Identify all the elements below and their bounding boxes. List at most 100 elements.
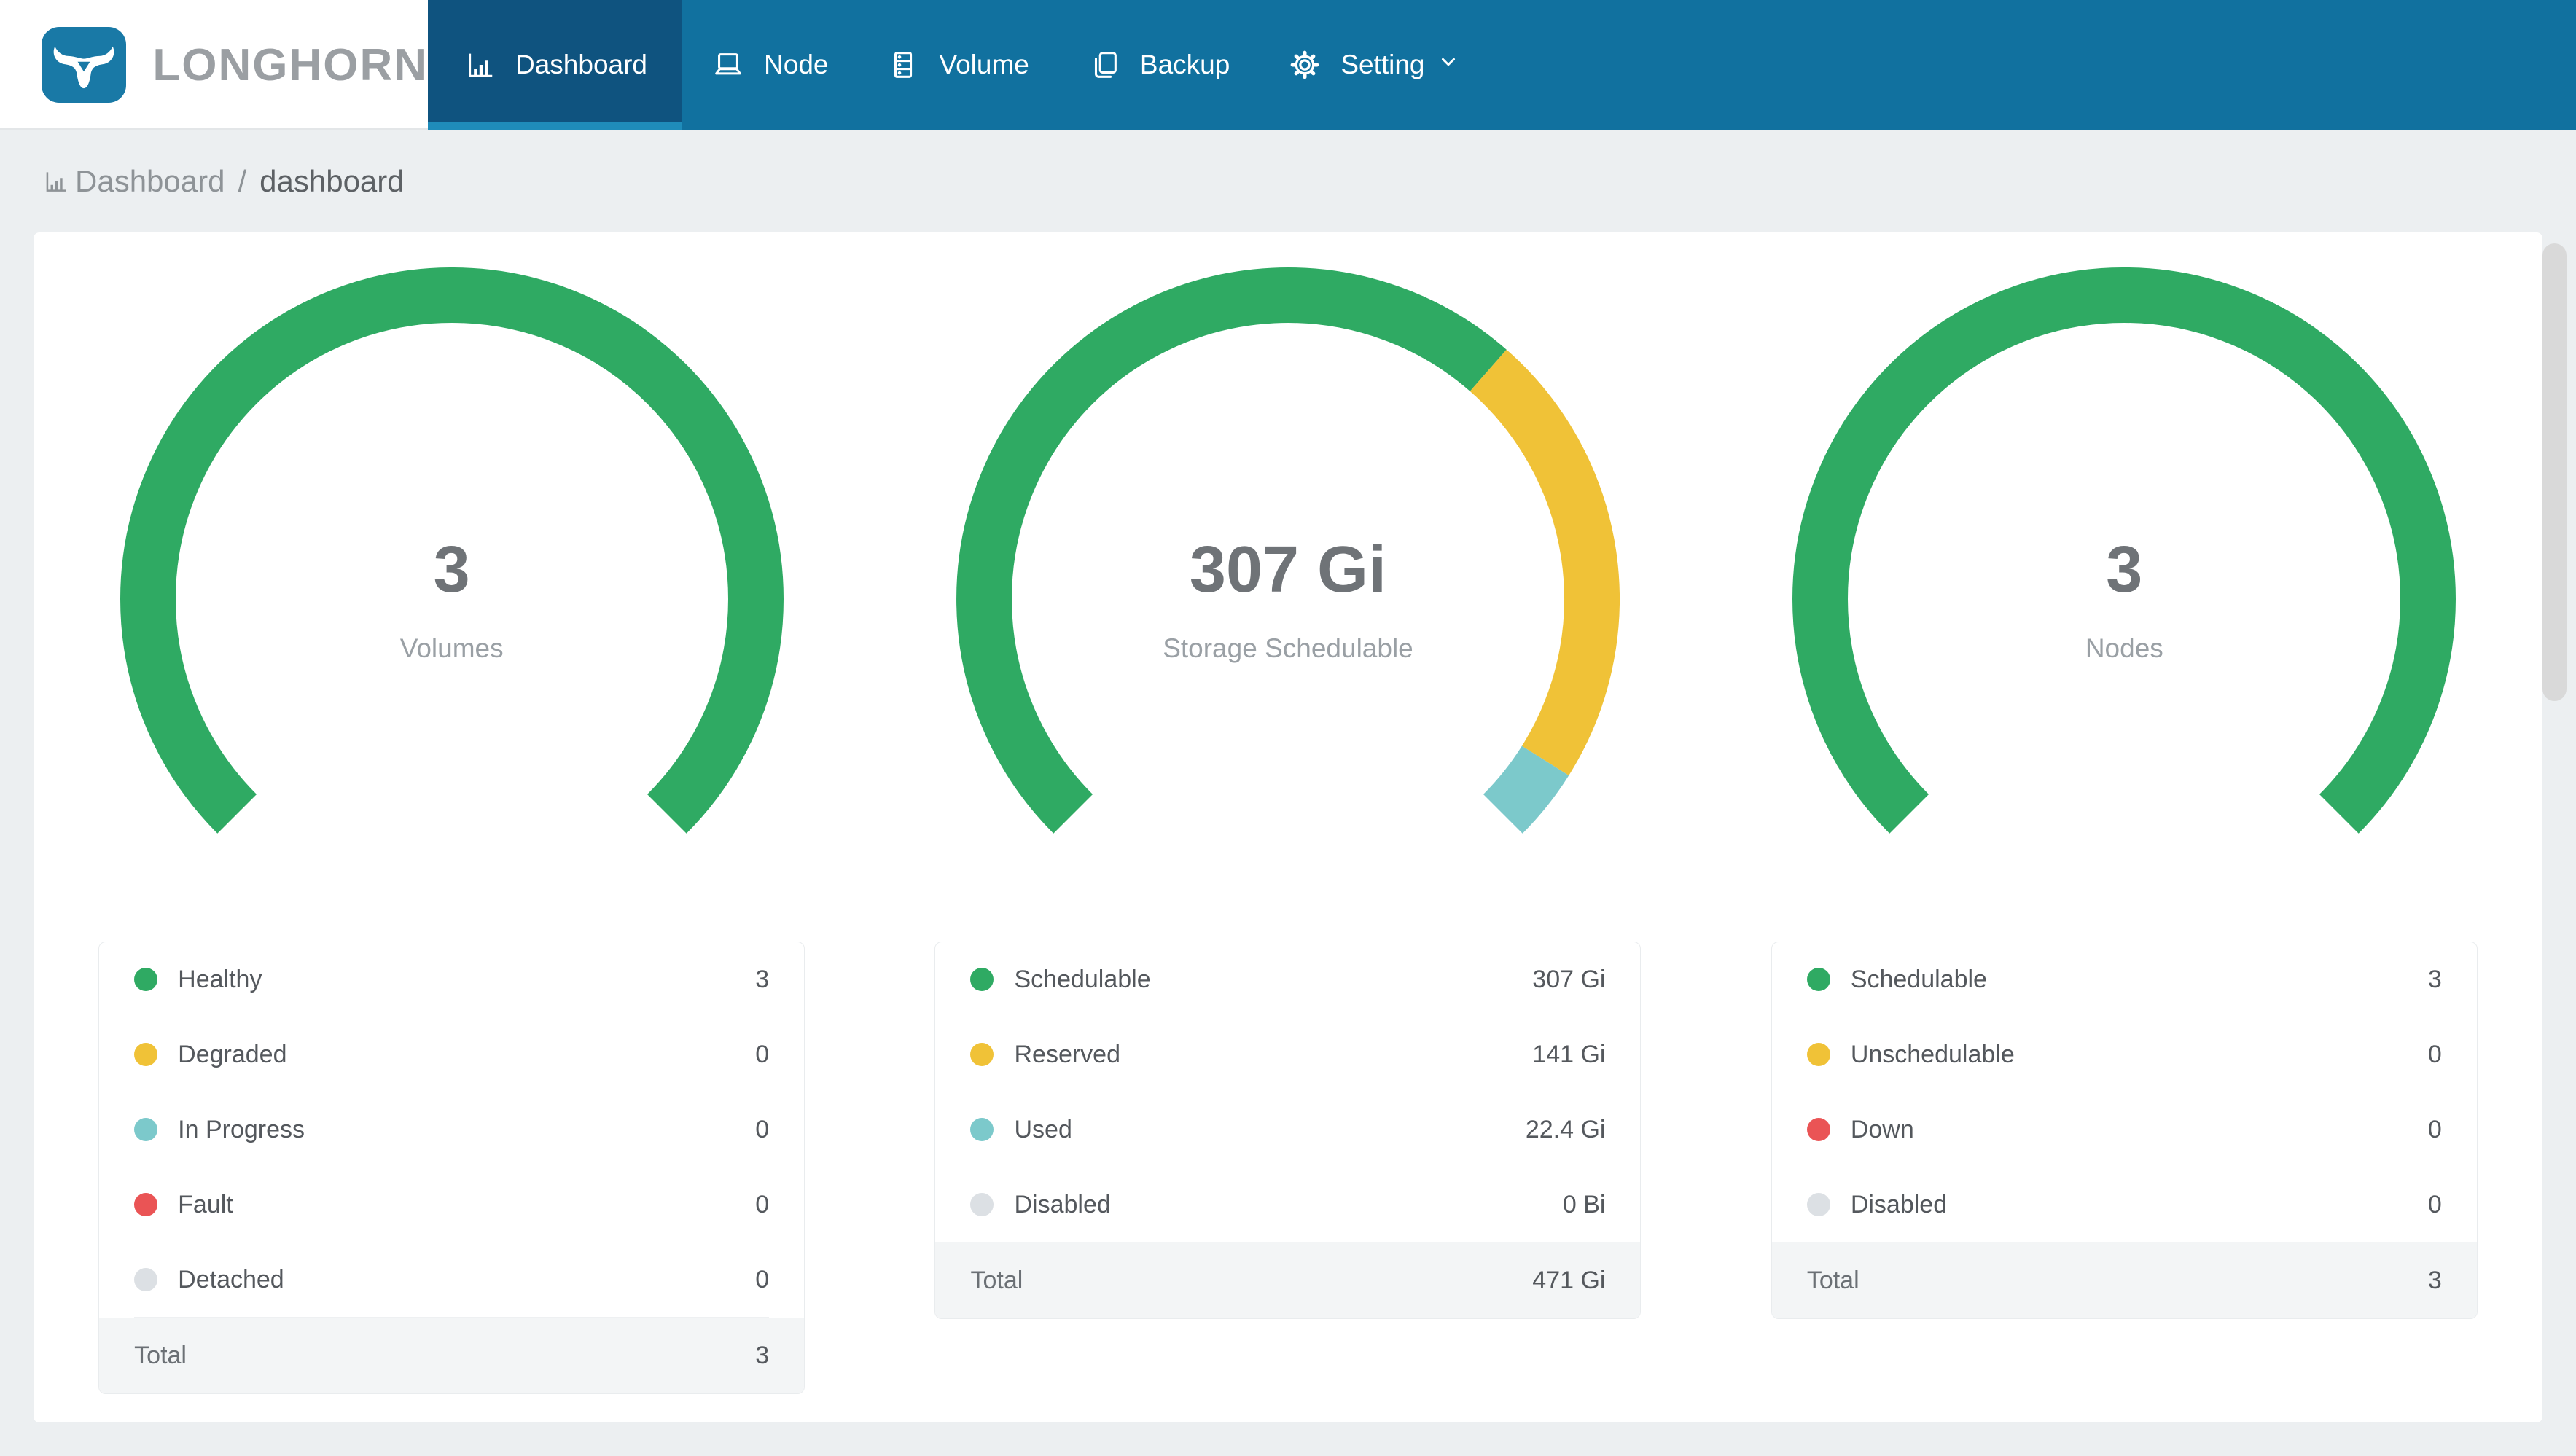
total-label: Total	[970, 1266, 1023, 1294]
nav-item-label: Backup	[1139, 50, 1230, 79]
gauge-segment-reserved	[1470, 349, 1620, 776]
longhorn-bull-icon	[42, 27, 127, 103]
gauge-segment-schedulable	[956, 267, 1507, 834]
status-label: Unschedulable	[1850, 1040, 2015, 1068]
status-value: 0	[2427, 1115, 2442, 1143]
total-row: Total 3	[1771, 1242, 2477, 1318]
status-label: Down	[1850, 1115, 1914, 1143]
nav-item-backup[interactable]: Backup	[1058, 0, 1259, 130]
nav-item-label: Setting	[1340, 50, 1425, 79]
status-value: 3	[755, 965, 770, 993]
status-dot	[1806, 1043, 1830, 1066]
nav-item-setting[interactable]: Setting	[1259, 0, 1490, 130]
legend-table: Healthy 3 Degraded 0 In Progress 0 Fault 0 Detac…	[98, 942, 805, 1394]
legend-row: Schedulable 307 Gi	[970, 942, 1606, 1017]
bar-chart-icon	[463, 48, 496, 82]
legend-row: Disabled 0 Bi	[970, 1167, 1606, 1242]
status-dot	[1806, 1193, 1830, 1216]
status-dot	[134, 1268, 158, 1291]
status-dot	[970, 1043, 994, 1066]
gauge-arcs	[120, 267, 784, 834]
total-label: Total	[1806, 1266, 1859, 1294]
gauge-chart: 3 Volumes	[120, 267, 784, 931]
gauge-arcs	[956, 267, 1620, 834]
gauge-chart: 3 Nodes	[1792, 267, 2456, 931]
status-label: Degraded	[178, 1040, 287, 1068]
gauge-segment-used	[1483, 745, 1569, 834]
brand-name: LONGHORN	[152, 39, 428, 90]
vertical-scrollbar[interactable]	[2542, 243, 2567, 701]
status-dot	[970, 968, 994, 991]
status-value: 0	[2427, 1190, 2442, 1218]
status-dot	[134, 968, 158, 991]
legend-row: Unschedulable 0	[1806, 1017, 2442, 1092]
status-label: Detached	[178, 1265, 284, 1293]
gauge-segment-schedulable	[1792, 267, 2456, 834]
nav-item-volume[interactable]: Volume	[857, 0, 1058, 130]
legend-row: Detached 0	[134, 1242, 770, 1318]
breadcrumb-page: dashboard	[259, 163, 405, 198]
server-rack-icon	[886, 48, 920, 82]
status-value: 0	[755, 1115, 770, 1143]
nav-item-label: Volume	[939, 50, 1029, 79]
status-label: Disabled	[1850, 1190, 1948, 1218]
top-nav: LONGHORN Dashboard Node Volume Backup Settin…	[0, 0, 2576, 130]
total-value: 3	[755, 1341, 770, 1369]
legend-row: Disabled 0	[1806, 1167, 2442, 1242]
status-value: 307 Gi	[1532, 965, 1606, 993]
status-label: Fault	[178, 1190, 233, 1218]
laptop-icon	[711, 48, 745, 82]
dashboard-card: 3 Volumes Healthy 3 Degraded 0 In Progress 0 Fau…	[34, 232, 2542, 1422]
status-dot	[1806, 968, 1830, 991]
legend-row: Used 22.4 Gi	[970, 1092, 1606, 1167]
breadcrumb-section[interactable]: Dashboard	[75, 164, 225, 199]
legend-row: Healthy 3	[134, 942, 770, 1017]
legend-row: Reserved 141 Gi	[970, 1017, 1606, 1092]
legend-row: Fault 0	[134, 1167, 770, 1242]
status-value: 0 Bi	[1562, 1190, 1606, 1218]
total-label: Total	[134, 1341, 187, 1369]
breadcrumb-separator: /	[238, 163, 247, 198]
chevron-down-icon	[1435, 49, 1461, 82]
status-dot	[134, 1193, 158, 1216]
total-value: 471 Gi	[1532, 1266, 1606, 1294]
status-dot	[970, 1118, 994, 1141]
status-label: Schedulable	[1014, 965, 1151, 993]
gear-icon	[1288, 48, 1322, 82]
nav-item-dashboard[interactable]: Dashboard	[428, 0, 683, 130]
gauge-arcs	[1792, 267, 2456, 834]
status-label: Healthy	[178, 965, 262, 993]
nav-item-node[interactable]: Node	[682, 0, 857, 130]
gauge-chart: 307 Gi Storage Schedulable	[956, 267, 1620, 931]
legend-row: Down 0	[1806, 1092, 2442, 1167]
panel-storage-schedulable: 307 Gi Storage Schedulable Schedulable 307 …	[870, 232, 1706, 1422]
copy-icon	[1088, 48, 1121, 82]
status-value: 0	[755, 1040, 770, 1068]
status-label: Disabled	[1014, 1190, 1111, 1218]
legend-row: Degraded 0	[134, 1017, 770, 1092]
status-value: 0	[755, 1190, 770, 1218]
breadcrumb: Dashboard / dashboard	[0, 130, 2576, 232]
legend-row: In Progress 0	[134, 1092, 770, 1167]
status-value: 3	[2427, 965, 2442, 993]
status-label: In Progress	[178, 1115, 305, 1143]
nav-item-label: Dashboard	[515, 50, 648, 79]
status-dot	[134, 1118, 158, 1141]
panel-nodes: 3 Nodes Schedulable 3 Unschedulable 0 Down 0 Dis…	[1706, 232, 2542, 1422]
status-label: Used	[1014, 1115, 1072, 1143]
status-value: 22.4 Gi	[1525, 1115, 1606, 1143]
status-value: 141 Gi	[1532, 1040, 1606, 1068]
total-row: Total 471 Gi	[935, 1242, 1641, 1318]
status-dot	[970, 1193, 994, 1216]
legend-table: Schedulable 307 Gi Reserved 141 Gi Used 22.4 …	[934, 942, 1642, 1319]
nav-item-label: Node	[764, 50, 829, 79]
status-label: Reserved	[1014, 1040, 1120, 1068]
bar-chart-icon	[42, 168, 69, 195]
status-dot	[134, 1043, 158, 1066]
status-value: 0	[2427, 1040, 2442, 1068]
app-logo[interactable]: LONGHORN	[0, 0, 428, 130]
gauge-segment-healthy	[120, 267, 784, 834]
status-label: Schedulable	[1850, 965, 1987, 993]
nav-menu: Dashboard Node Volume Backup Setting	[428, 0, 2576, 130]
total-value: 3	[2427, 1266, 2442, 1294]
